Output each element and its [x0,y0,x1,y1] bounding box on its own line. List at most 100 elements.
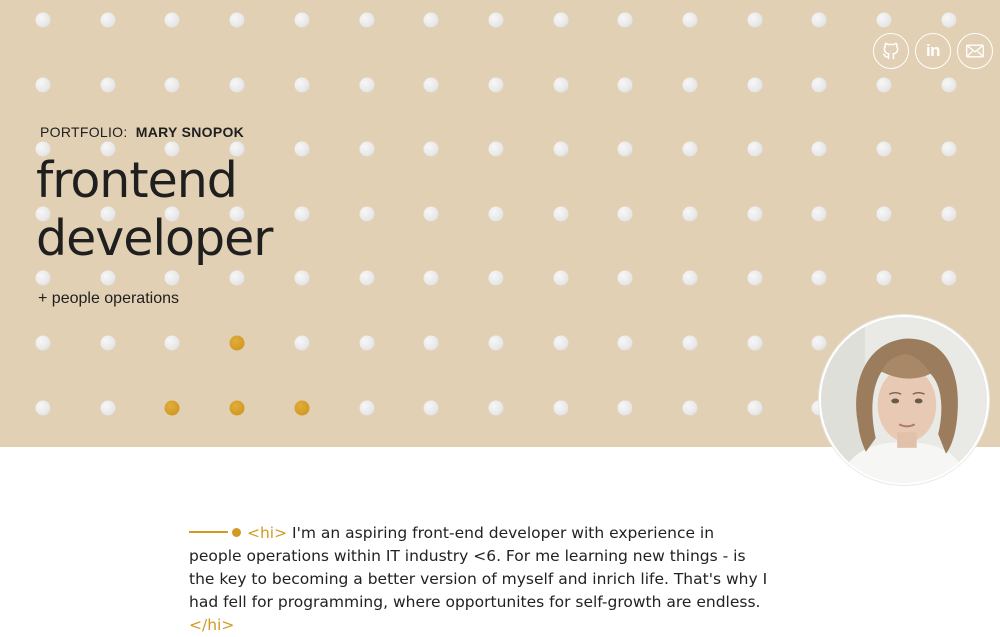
portfolio-label: PORTFOLIO: MARY SNOPOK [40,124,244,140]
grid-dot [941,12,957,28]
email-button[interactable] [957,33,993,69]
grid-dot [488,12,504,28]
grid-dot [488,400,504,416]
grid-dot [876,206,892,222]
grid-dot [164,270,180,286]
gold-dot [164,400,180,416]
gold-dot [294,400,310,416]
grid-dot [100,400,116,416]
grid-dot [423,12,439,28]
grid-dot [876,12,892,28]
grid-dot [294,335,310,351]
grid-dot [617,77,633,93]
grid-dot [229,12,245,28]
grid-dot [488,270,504,286]
github-button[interactable] [873,33,909,69]
grid-dot [747,141,763,157]
grid-dot [488,206,504,222]
grid-dot [941,77,957,93]
grid-dot [488,77,504,93]
close-hi-tag: </hi> [189,615,235,634]
grid-dot [941,270,957,286]
grid-dot [423,77,439,93]
grid-dot [682,400,698,416]
avatar [819,315,989,485]
linkedin-button[interactable]: in [915,33,951,69]
grid-dot [100,12,116,28]
grid-dot [294,141,310,157]
grid-dot [488,141,504,157]
page-subtitle: + people operations [38,290,179,307]
grid-dot [682,77,698,93]
grid-dot [423,400,439,416]
grid-dot [617,335,633,351]
grid-dot [553,12,569,28]
grid-dot [747,335,763,351]
grid-dot [359,270,374,286]
grid-dot [553,270,569,286]
grid-dot [100,335,116,351]
grid-dot [682,141,698,157]
grid-dot [747,400,763,416]
grid-dot [294,206,310,222]
grid-dot [617,141,633,157]
grid-dot [617,12,633,28]
grid-dot [941,141,957,157]
grid-dot [164,12,180,28]
social-links: in [873,33,993,69]
avatar-portrait [821,317,987,483]
grid-dot [359,335,374,351]
portfolio-prefix: PORTFOLIO: [40,124,128,140]
grid-dot [682,335,698,351]
grid-dot [359,77,374,93]
grid-dot [229,270,245,286]
grid-dot [164,77,180,93]
grid-dot [100,77,116,93]
intro-accent-dot [232,527,241,537]
grid-dot [617,270,633,286]
grid-dot [100,270,116,286]
grid-dot [811,335,827,351]
grid-dot [294,77,310,93]
grid-dot [747,270,763,286]
grid-dot [488,335,504,351]
grid-dot [359,141,374,157]
grid-dot [811,77,827,93]
grid-dot [35,400,51,416]
grid-dot [747,206,763,222]
grid-dot [811,206,827,222]
grid-dot [876,141,892,157]
grid-dot [617,206,633,222]
grid-dot [423,270,439,286]
grid-dot [941,206,957,222]
title-line-1: frontend [36,152,238,209]
grid-dot [682,270,698,286]
page-title: frontend developer [36,152,273,268]
grid-dot [359,400,374,416]
grid-dot [423,141,439,157]
grid-dot [553,400,569,416]
open-hi-tag: <hi> [247,523,288,542]
grid-dot [553,206,569,222]
grid-dot [876,270,892,286]
grid-dot [811,270,827,286]
grid-dot [553,77,569,93]
grid-dot [359,12,374,28]
grid-dot [294,270,310,286]
grid-dot [682,206,698,222]
grid-dot [35,335,51,351]
grid-dot [553,335,569,351]
title-line-2: developer [36,210,273,267]
owner-name: MARY SNOPOK [135,124,245,140]
grid-dot [423,335,439,351]
grid-dot [553,141,569,157]
grid-dot [294,12,310,28]
grid-dot [617,400,633,416]
grid-dot [811,12,827,28]
grid-dot [359,206,374,222]
grid-dot [423,206,439,222]
grid-dot [35,77,51,93]
grid-dot [876,77,892,93]
intro-paragraph: <hi> I'm an aspiring front-end developer… [189,522,769,637]
linkedin-icon: in [925,41,941,60]
